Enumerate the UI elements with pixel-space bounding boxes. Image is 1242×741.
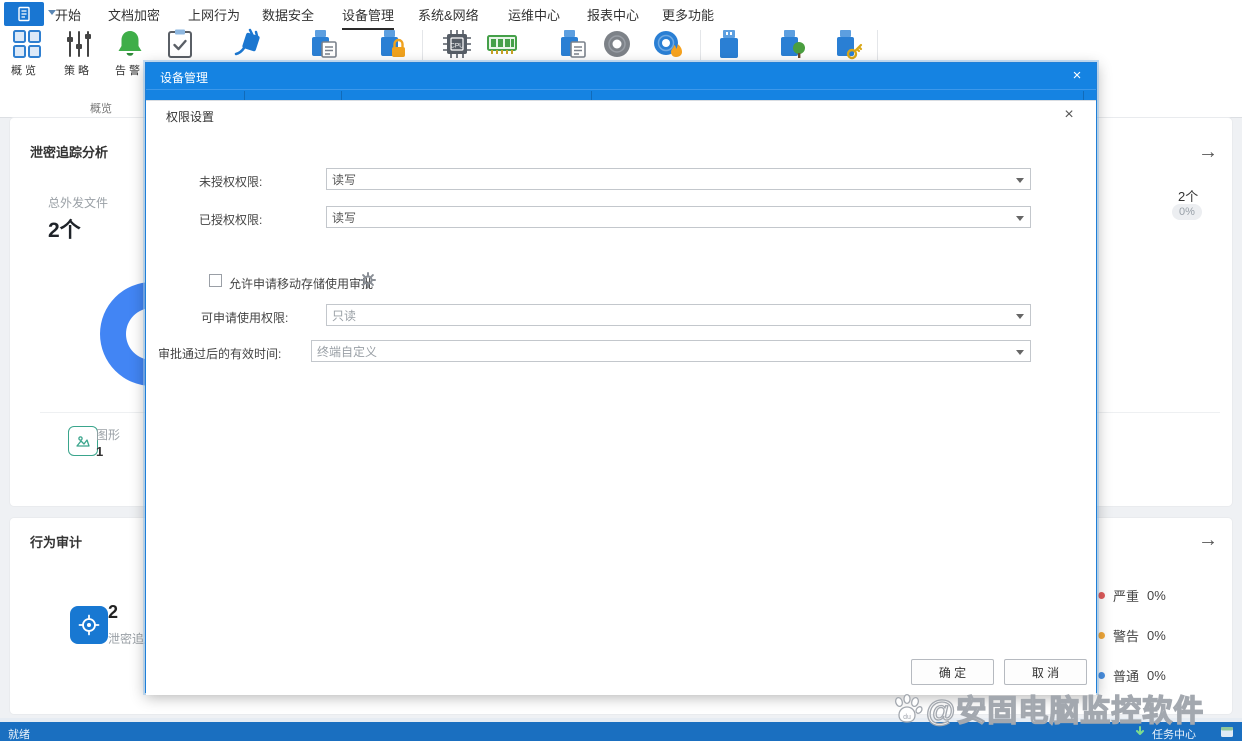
side-stat-badge: 0% <box>1172 204 1202 220</box>
ribbon-group-label: 概览 <box>90 100 112 116</box>
select-value: 只读 <box>332 307 356 324</box>
severity-value: 0% <box>1147 668 1166 683</box>
tab-device-management[interactable]: 设备管理 <box>342 5 394 30</box>
tab-doc-encrypt[interactable]: 文档加密 <box>108 5 160 24</box>
dialog-title: 设备管理 <box>160 69 208 86</box>
svg-text:CPU: CPU <box>450 43 464 50</box>
chevron-down-icon <box>1016 350 1024 355</box>
severity-label: 普通 <box>1113 666 1139 685</box>
chevron-down-icon <box>1016 178 1024 183</box>
panel2-arrow-link[interactable]: → <box>1198 530 1218 550</box>
tab-more-features[interactable]: 更多功能 <box>662 5 714 24</box>
severity-value: 0% <box>1147 628 1166 643</box>
severity-dot-warning <box>1098 632 1105 639</box>
behavior-stat-value: 2 <box>108 602 118 623</box>
select-value: 读写 <box>332 171 356 188</box>
task-window-icon[interactable] <box>1220 726 1234 738</box>
select-value: 读写 <box>332 209 356 226</box>
cpu-icon[interactable]: CPU <box>441 28 473 60</box>
legend-label: 图形 <box>96 426 120 443</box>
dialog-body: 权限设置 × 未授权权限: 读写 已授权权限: 读写 允许申请移动存储使用审批 <box>146 100 1096 695</box>
tab-report-center[interactable]: 报表中心 <box>587 5 639 24</box>
usb-tree-icon[interactable] <box>776 28 808 60</box>
approval-clipboard-icon[interactable] <box>164 28 196 60</box>
usb-key-icon[interactable] <box>832 28 864 60</box>
app-window: 开始 文档加密 上网行为 数据安全 设备管理 系统&网络 运维中心 报表中心 更… <box>0 0 1242 741</box>
cd-icon[interactable] <box>601 28 633 60</box>
chevron-down-icon <box>1016 314 1024 319</box>
side-stat-value: 2个 <box>1178 186 1198 205</box>
usb-plug-icon[interactable] <box>232 28 264 60</box>
tab-ops-center[interactable]: 运维中心 <box>508 5 560 24</box>
approval-checkbox[interactable] <box>209 274 222 287</box>
severity-value: 0% <box>1147 588 1166 603</box>
chevron-down-icon <box>1016 216 1024 221</box>
panel-title: 行为审计 <box>30 532 82 551</box>
tab-system-network[interactable]: 系统&网络 <box>418 5 479 24</box>
select-valid-time[interactable]: 终端自定义 <box>311 340 1031 362</box>
alert-bell-icon[interactable] <box>114 28 146 60</box>
download-arrow-icon[interactable] <box>1134 726 1146 738</box>
severity-dot-normal <box>1098 672 1105 679</box>
app-menu-icon <box>16 6 32 22</box>
cancel-button[interactable]: 取 消 <box>1004 659 1087 685</box>
approval-checkbox-label: 允许申请移动存储使用审批 <box>229 275 373 292</box>
legend-image-box <box>68 426 98 456</box>
field-label-unauthorized: 未授权权限: <box>199 173 262 190</box>
field-label-authorized: 已授权权限: <box>199 211 262 228</box>
leak-trace-stat-box[interactable] <box>70 606 108 644</box>
permission-settings-title: 权限设置 <box>166 108 214 125</box>
severity-label: 警告 <box>1113 626 1139 645</box>
ok-button[interactable]: 确 定 <box>911 659 994 685</box>
toolbar-separator <box>700 30 701 60</box>
dialog-titlebar[interactable]: 设备管理 × <box>146 63 1096 89</box>
image-icon <box>75 433 91 449</box>
select-value: 终端自定义 <box>317 343 377 360</box>
tab-data-security[interactable]: 数据安全 <box>262 5 314 24</box>
field-label-valid-time: 审批通过后的有效时间: <box>158 345 281 362</box>
toolbar-label-alert[interactable]: 告 警 <box>115 62 140 78</box>
status-ready-text: 就绪 <box>8 726 30 741</box>
toolbar-label-policy[interactable]: 策 略 <box>64 62 89 78</box>
toolbar-separator <box>877 30 878 60</box>
severity-label: 严重 <box>1113 586 1139 605</box>
statusbar: 就绪 任务中心 <box>0 722 1242 741</box>
toolbar-label-overview[interactable]: 概 览 <box>11 62 36 78</box>
usb-report-icon-2[interactable] <box>556 28 588 60</box>
target-icon <box>78 614 100 636</box>
usb-report-icon[interactable] <box>307 28 339 60</box>
tab-start[interactable]: 开始 <box>55 5 81 24</box>
severity-row-warning: 警告 0% <box>1098 626 1166 645</box>
legend-value: 1 <box>96 444 103 459</box>
panel-title: 泄密追踪分析 <box>30 142 108 161</box>
select-requestable-permission[interactable]: 只读 <box>326 304 1031 326</box>
select-unauthorized-permission[interactable]: 读写 <box>326 168 1031 190</box>
field-label-requestable: 可申请使用权限: <box>201 309 288 326</box>
dialog-close-icon[interactable]: × <box>1068 67 1086 85</box>
stat-value: 2个 <box>48 214 81 244</box>
device-management-dialog: 设备管理 × 权限设置 × 未授权权限: 读写 已授权权限: 读写 <box>145 62 1097 693</box>
task-center-link[interactable]: 任务中心 <box>1152 726 1196 741</box>
gear-icon[interactable] <box>360 272 376 288</box>
toolbar-separator <box>422 30 423 60</box>
panel1-arrow-link[interactable]: → <box>1198 142 1218 162</box>
panel-close-icon[interactable]: × <box>1060 106 1078 124</box>
select-authorized-permission[interactable]: 读写 <box>326 206 1031 228</box>
policy-icon[interactable] <box>63 28 95 60</box>
app-menu-button[interactable] <box>4 2 44 26</box>
severity-row-critical: 严重 0% <box>1098 586 1166 605</box>
usb-lock-icon[interactable] <box>376 28 408 60</box>
usb-drive-icon[interactable] <box>713 28 745 60</box>
tab-web-behavior[interactable]: 上网行为 <box>188 5 240 24</box>
stat-label: 总外发文件 <box>48 194 108 211</box>
memory-icon[interactable] <box>486 28 518 60</box>
severity-dot-critical <box>1098 592 1105 599</box>
cd-burn-icon[interactable] <box>652 28 684 60</box>
severity-row-normal: 普通 0% <box>1098 666 1166 685</box>
overview-icon[interactable] <box>11 28 43 60</box>
